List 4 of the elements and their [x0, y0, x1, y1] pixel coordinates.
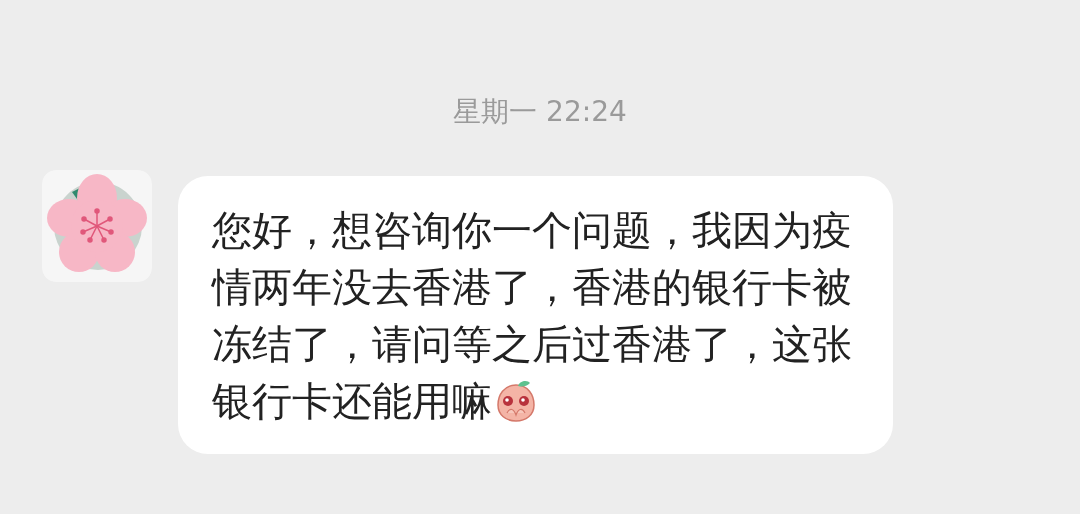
timestamp: 星期一 22:24 [453, 94, 627, 130]
peach-emoji-icon [494, 379, 538, 423]
message-text: 您好，想咨询你一个问题，我因为疫情两年没去香港了，香港的银行卡被冻结了，请问等之后过香港了，这张银行卡还能用嘛 [212, 206, 852, 426]
flower-avatar[interactable] [42, 170, 152, 282]
